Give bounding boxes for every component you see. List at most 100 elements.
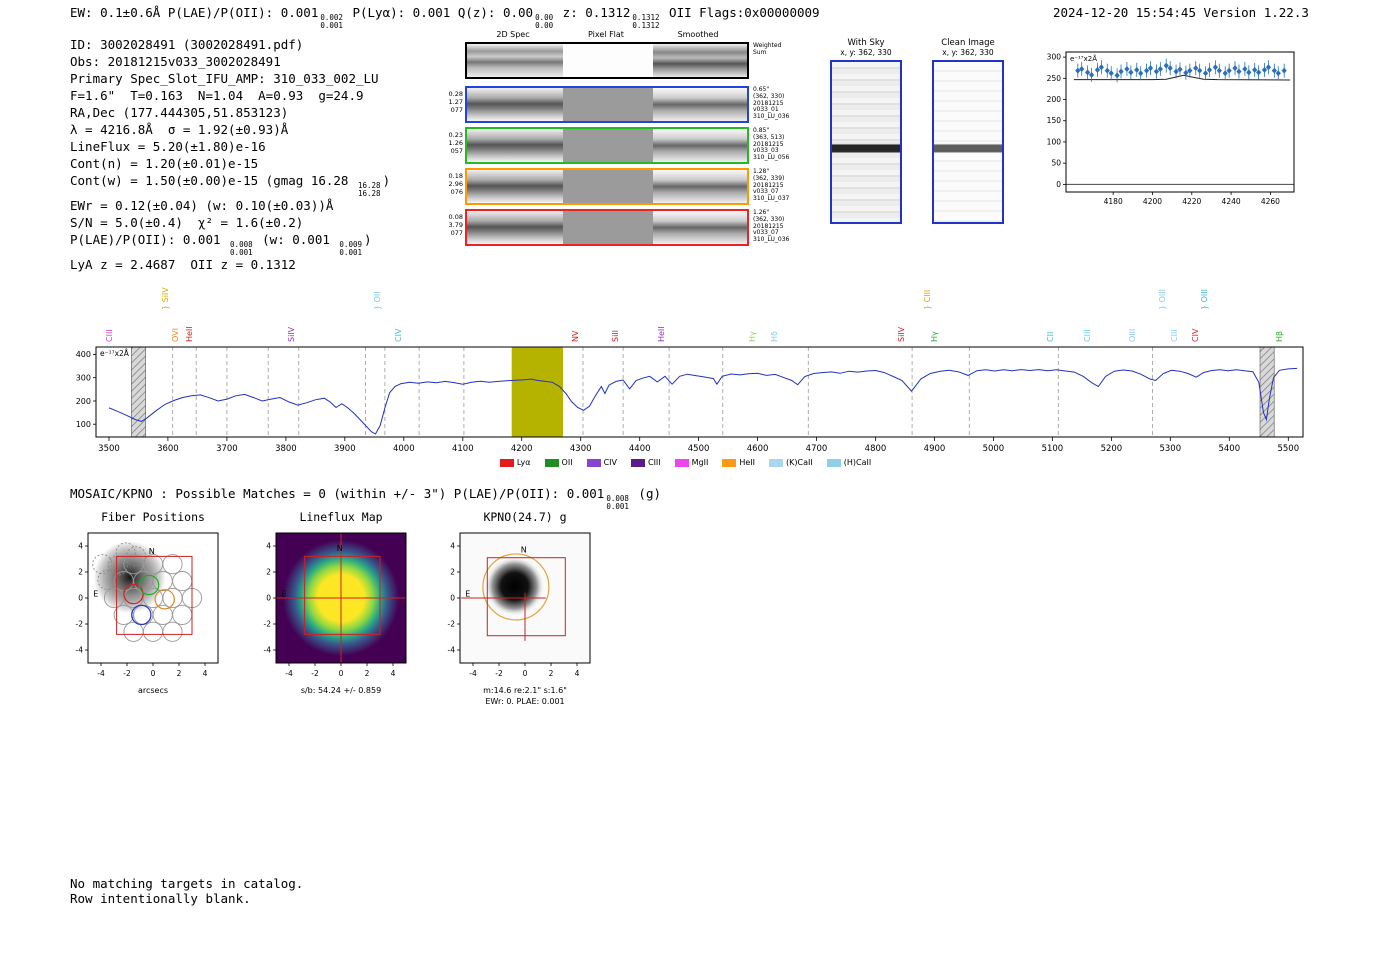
svg-text:5500: 5500	[1277, 444, 1299, 454]
emission-line-label: HeII	[657, 326, 667, 342]
info-line: Cont(w) = 1.50(±0.00)e-15 (gmag 16.28 16…	[70, 172, 390, 197]
cutout-row-images	[465, 86, 749, 123]
svg-text:2: 2	[365, 669, 370, 678]
legend-label: HeII	[739, 458, 756, 467]
row-2dspec-image	[467, 88, 563, 121]
svg-text:4: 4	[575, 669, 580, 678]
legend-swatch	[722, 458, 737, 467]
legend-swatch	[586, 458, 601, 467]
weight-value: 057	[450, 147, 463, 155]
sum-pixelflat-image	[563, 44, 653, 77]
stacked-value: 16.28 16.28	[357, 181, 381, 198]
emission-line-label: SiIV	[286, 326, 296, 342]
svg-text:0: 0	[266, 594, 271, 603]
svg-text:0: 0	[1056, 180, 1061, 189]
clean-image	[932, 60, 1004, 224]
svg-text:-4: -4	[76, 646, 84, 655]
legend-label: (K)CaII	[786, 458, 813, 467]
svg-text:-4: -4	[469, 669, 477, 678]
text-segment: S/N = 5.0(±0.4) χ² = 1.6(±0.2)	[70, 215, 304, 230]
text-segment: MOSAIC/KPNO : Possible Matches = 0 (with…	[70, 486, 605, 501]
spectrum-plot: 100 200 300 400 3500 3600 3700 3800 3900 4000 4100…	[76, 346, 1304, 454]
cutout-row-meta: 0.65" (362, 330) 20181215 v033_01 310_LU_036	[749, 86, 789, 123]
emission-line-label: } OIII	[1199, 288, 1209, 310]
svg-text:4: 4	[78, 542, 83, 551]
svg-text:0: 0	[78, 594, 83, 603]
svg-text:4800: 4800	[865, 444, 887, 454]
emission-line-label: } SiIV	[160, 287, 170, 310]
row-pixelflat-image	[563, 211, 653, 244]
svg-text:-2: -2	[123, 669, 131, 678]
svg-text:5200: 5200	[1101, 444, 1123, 454]
legend-swatch	[499, 458, 514, 467]
emission-line-label: Hγ	[747, 331, 757, 342]
cutout-row-images	[465, 168, 749, 205]
svg-text:4400: 4400	[629, 444, 651, 454]
svg-text:E: E	[465, 590, 470, 599]
weight-value: 077	[450, 229, 463, 237]
emission-line-label: CIII	[104, 329, 114, 342]
meta-line: 310_LU_056	[753, 154, 790, 162]
meta-line: 310_LU_037	[753, 195, 790, 203]
svg-text:4: 4	[391, 669, 396, 678]
fiber-xlabel: arcsecs	[137, 686, 169, 695]
info-line: Primary Spec_Slot_IFU_AMP: 310_033_002_L…	[70, 70, 390, 87]
weighted-sum-label: Weighted Sum	[749, 42, 781, 79]
svg-text:4200: 4200	[511, 444, 533, 454]
stacked-value: 0.008 0.001	[230, 240, 253, 257]
row-2dspec-image	[467, 129, 563, 162]
text-segment: P(Lyα): 0.001 Q(z): 0.00	[344, 5, 534, 20]
text-segment: Cont(w) = 1.50(±0.00)e-15 (gmag 16.28	[70, 173, 356, 188]
elixer-report-page: EW: 0.1±0.6Å P(LAE)/P(OII): 0.001 0.002 0.…	[0, 0, 1400, 953]
emission-line-label: } OII	[372, 291, 382, 310]
legend-item: CIII	[630, 458, 661, 467]
legend-item: (H)CaII	[826, 458, 871, 467]
emission-line-label: NV	[571, 330, 580, 342]
svg-text:300: 300	[76, 374, 91, 383]
stacked-value: 0.1312 0.1312	[632, 13, 660, 30]
emission-line-label: SiIV	[896, 326, 906, 342]
text-segment: P(LAE)/P(OII): 0.001	[70, 232, 229, 247]
with-sky-image	[830, 60, 902, 224]
info-line: RA,Dec (177.444305,51.853123)	[70, 104, 390, 121]
meta-line: 310_LU_036	[753, 236, 790, 244]
svg-text:4200: 4200	[1143, 197, 1162, 206]
svg-text:4500: 4500	[688, 444, 710, 454]
svg-text:-4: -4	[264, 646, 272, 655]
svg-text:2: 2	[450, 568, 455, 577]
emission-line-label: HeII	[185, 326, 195, 342]
info-line: ID: 3002028491 (3002028491.pdf)	[70, 36, 390, 53]
sum-smoothed-image	[653, 44, 747, 77]
emission-line-labels: CIII} SiIV OVI HeII SiIV} OII CIV NV SiII HeII H…	[58, 272, 1313, 344]
info-line: LineFlux = 5.20(±1.80)e-16	[70, 138, 390, 155]
legend-item: CIV	[586, 458, 617, 467]
cutout-row-weights: 0.28 1.27 077	[441, 86, 465, 123]
emission-line-label: CIV	[1191, 328, 1201, 342]
emission-line-label: Hβ	[1274, 330, 1284, 342]
weight-value: 1.27	[448, 98, 463, 106]
text-segment: ID: 3002028491 (3002028491.pdf)	[70, 37, 304, 52]
fiber-cutout-rows: 0.28 1.27 077 0.65" (362, 330) 20181215 v033_0…	[441, 86, 871, 246]
weighted-sum-cutout	[465, 42, 749, 79]
header-timestamp: 2024-12-20 15:54:45 Version 1.22.3	[1053, 5, 1309, 20]
emission-line-label: } OIII	[1158, 288, 1168, 310]
row-smoothed-image	[653, 170, 747, 203]
row-smoothed-image	[653, 211, 747, 244]
cutout-row-meta: 1.26" (362, 330) 20181215 v033_07 310_LU_036	[749, 209, 789, 246]
emission-line-label: OIII	[1127, 328, 1137, 342]
cutout-row: 0.18 2.96 076 1.28" (362, 339) 20181215 v033_0…	[441, 168, 871, 205]
cutout-column-headers: 2D Spec Pixel Flat Smoothed	[465, 30, 745, 39]
info-line: F=1.6" T=0.163 N=1.04 A=0.93 g=24.9	[70, 87, 390, 104]
legend-item: (K)CaII	[769, 458, 813, 467]
legend-label: CIII	[647, 458, 661, 467]
text-segment: )	[382, 173, 391, 188]
emission-line-label: Hδ	[770, 331, 780, 342]
emission-line-label: CIII	[1082, 329, 1092, 342]
cutout-row: 0.23 1.26 057 0.85" (363, 513) 20181215 v033_0…	[441, 127, 871, 164]
stacked-value: 0.009 0.001	[339, 240, 362, 257]
info-line: Cont(n) = 1.20(±0.01)e-15	[70, 155, 390, 172]
svg-text:e⁻¹⁷x2Å: e⁻¹⁷x2Å	[1070, 54, 1097, 63]
svg-text:5000: 5000	[983, 444, 1005, 454]
mosaic-matches-line: MOSAIC/KPNO : Possible Matches = 0 (with…	[70, 486, 661, 510]
legend-swatch	[630, 458, 645, 467]
